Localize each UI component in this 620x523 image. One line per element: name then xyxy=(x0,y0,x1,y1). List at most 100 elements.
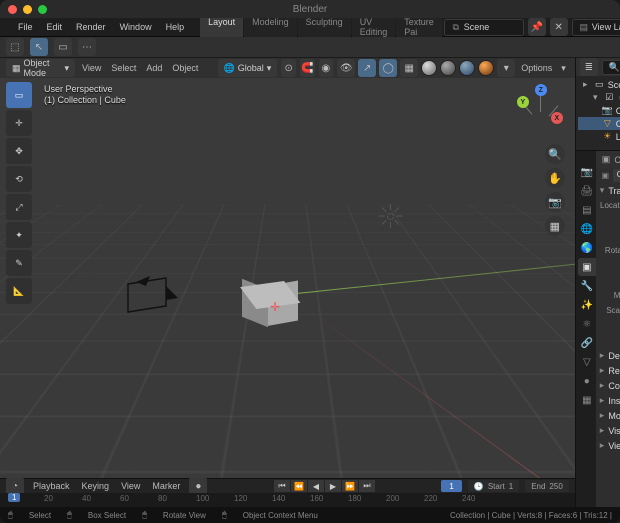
prop-name-field[interactable]: ▣ Cube xyxy=(596,168,620,183)
menu-object[interactable]: Object xyxy=(169,63,201,73)
xray-button[interactable]: ▦ xyxy=(400,59,418,77)
outliner-type-button[interactable]: ≣ xyxy=(580,58,598,76)
checkbox-icon[interactable]: ☑ xyxy=(604,92,615,103)
shading-rendered-button[interactable] xyxy=(478,60,494,76)
visibility-button[interactable]: 👁 xyxy=(337,59,355,77)
camera-view-button[interactable]: 📷 xyxy=(545,192,565,212)
proportional-button[interactable]: ◉ xyxy=(319,59,334,77)
object-light[interactable] xyxy=(380,206,400,226)
section-visibility[interactable]: ▸Visibility xyxy=(596,423,620,438)
ptab-scene[interactable]: 🌐 xyxy=(578,220,596,238)
timeline-marker[interactable]: Marker xyxy=(149,481,183,491)
jump-end-button[interactable]: ⏭ xyxy=(359,480,375,492)
tool-cursor[interactable]: ✛ xyxy=(6,110,32,136)
ptab-object[interactable]: ▣ xyxy=(578,258,596,276)
menu-view[interactable]: View xyxy=(79,63,104,73)
pivot-button[interactable]: ⊙ xyxy=(281,59,296,77)
viewport-canvas[interactable]: ✛ User Perspective (1) Collection | Cube xyxy=(0,78,575,478)
menu-file[interactable]: File xyxy=(12,20,39,34)
overlay-toggle-button[interactable]: ◯ xyxy=(379,59,397,77)
current-frame[interactable]: 1 xyxy=(441,480,461,492)
gizmo-x[interactable]: X xyxy=(551,112,563,124)
gizmo-toggle-button[interactable]: ↗ xyxy=(358,59,376,77)
ortho-toggle-button[interactable]: ▦ xyxy=(545,216,565,236)
ptab-particles[interactable]: ✨ xyxy=(578,296,596,314)
play-reverse-button[interactable]: ◀ xyxy=(308,480,324,492)
ptab-render[interactable]: 📷 xyxy=(578,163,596,181)
end-frame-field[interactable]: End 250 xyxy=(525,480,569,492)
ptab-data[interactable]: ▽ xyxy=(578,353,596,371)
outliner-item-camera[interactable]: 📷 Camera 👁▸ xyxy=(578,104,620,117)
menu-select[interactable]: Select xyxy=(108,63,139,73)
keyframe-prev-button[interactable]: ⏪ xyxy=(291,480,307,492)
viewlayer-field[interactable]: ▤ View Layer xyxy=(572,19,620,36)
ptab-viewlayer[interactable]: ▤ xyxy=(578,201,596,219)
ptab-physics[interactable]: ⚛ xyxy=(578,315,596,333)
start-frame-field[interactable]: 🕒 Start 1 xyxy=(468,480,519,492)
keyframe-next-button[interactable]: ⏩ xyxy=(342,480,358,492)
shading-material-button[interactable] xyxy=(459,60,475,76)
editor-type-button[interactable]: ⬚ xyxy=(6,38,24,56)
more-tool-button[interactable]: ⋯ xyxy=(78,38,96,56)
tab-layout[interactable]: Layout xyxy=(200,15,243,39)
nav-gizmo[interactable]: Z Y X xyxy=(513,84,567,138)
object-camera[interactable] xyxy=(126,276,180,318)
tab-modeling[interactable]: Modeling xyxy=(244,15,297,39)
section-motion-paths[interactable]: ▸Motion Paths xyxy=(596,408,620,423)
mode-selector[interactable]: ▦ Object Mode ▾ xyxy=(6,59,75,77)
outliner-scene-collection[interactable]: ▸ ▭ Scene Collection xyxy=(578,78,620,91)
playhead[interactable]: 1 xyxy=(8,493,20,502)
ptab-world[interactable]: 🌎 xyxy=(578,239,596,257)
outliner-item-light[interactable]: ☀ Light 👁▸ xyxy=(578,130,620,143)
gizmo-y[interactable]: Y xyxy=(517,96,529,108)
tool-scale[interactable]: ⤢ xyxy=(6,194,32,220)
section-collections[interactable]: ▸Collections xyxy=(596,378,620,393)
tab-sculpting[interactable]: Sculpting xyxy=(298,15,351,39)
zoom-button[interactable]: 🔍 xyxy=(545,144,565,164)
menu-add[interactable]: Add xyxy=(143,63,165,73)
tool-transform[interactable]: ✦ xyxy=(6,222,32,248)
menu-render[interactable]: Render xyxy=(70,20,112,34)
menu-window[interactable]: Window xyxy=(114,20,158,34)
menu-help[interactable]: Help xyxy=(160,20,191,34)
shading-wireframe-button[interactable] xyxy=(421,60,437,76)
tool-measure[interactable]: 📐 xyxy=(6,278,32,304)
gizmo-z[interactable]: Z xyxy=(535,84,547,96)
section-delta[interactable]: ▸Delta Transform xyxy=(596,348,620,363)
object-cube[interactable]: ✛ xyxy=(252,284,300,332)
outliner-item-cube[interactable]: ▽ Cube 👁▸ xyxy=(578,117,620,130)
section-viewport-display[interactable]: ▸Viewport Display xyxy=(596,438,620,453)
pin-scene-button[interactable]: 📌 xyxy=(528,18,546,36)
play-button[interactable]: ▶ xyxy=(325,480,341,492)
tool-rotate[interactable]: ⟲ xyxy=(6,166,32,192)
tool-select-box[interactable]: ▭ xyxy=(6,82,32,108)
section-instancing[interactable]: ▸Instancing xyxy=(596,393,620,408)
tab-texture-paint[interactable]: Texture Pai xyxy=(396,15,442,39)
timeline-view[interactable]: View xyxy=(118,481,143,491)
timeline-playback[interactable]: Playback xyxy=(30,481,73,491)
cursor-tool-button[interactable]: ↖ xyxy=(30,38,48,56)
tab-uv-editing[interactable]: UV Editing xyxy=(352,15,396,39)
new-scene-button[interactable]: ✕ xyxy=(550,18,568,36)
outliner-search[interactable]: 🔍 xyxy=(602,60,620,75)
tool-move[interactable]: ✥ xyxy=(6,138,32,164)
ptab-material[interactable]: ● xyxy=(578,372,596,390)
shading-options-button[interactable]: ▾ xyxy=(497,59,515,77)
select-tool-button[interactable]: ▭ xyxy=(54,38,72,56)
ptab-texture[interactable]: ▦ xyxy=(578,391,596,409)
jump-start-button[interactable]: ⏮ xyxy=(274,480,290,492)
scene-field[interactable]: ⧉ Scene xyxy=(444,19,524,36)
tool-annotate[interactable]: ✎ xyxy=(6,250,32,276)
options-menu[interactable]: Options xyxy=(518,63,555,73)
ptab-constraints[interactable]: 🔗 xyxy=(578,334,596,352)
pan-button[interactable]: ✋ xyxy=(545,168,565,188)
outliner-collection[interactable]: ▾ ☑ ▭ Collection 👁▸ xyxy=(578,91,620,104)
snap-button[interactable]: 🧲 xyxy=(300,59,315,77)
timeline-ruler[interactable]: 1 20 40 60 80 100 120 140 160 180 200 22… xyxy=(0,493,575,507)
shading-solid-button[interactable] xyxy=(440,60,456,76)
section-transform[interactable]: ▾ Transform xyxy=(596,183,620,198)
orientation-selector[interactable]: 🌐 Global ▾ xyxy=(218,59,278,77)
timeline-keying[interactable]: Keying xyxy=(79,481,113,491)
ptab-output[interactable]: 🖨 xyxy=(578,182,596,200)
ptab-modifiers[interactable]: 🔧 xyxy=(578,277,596,295)
